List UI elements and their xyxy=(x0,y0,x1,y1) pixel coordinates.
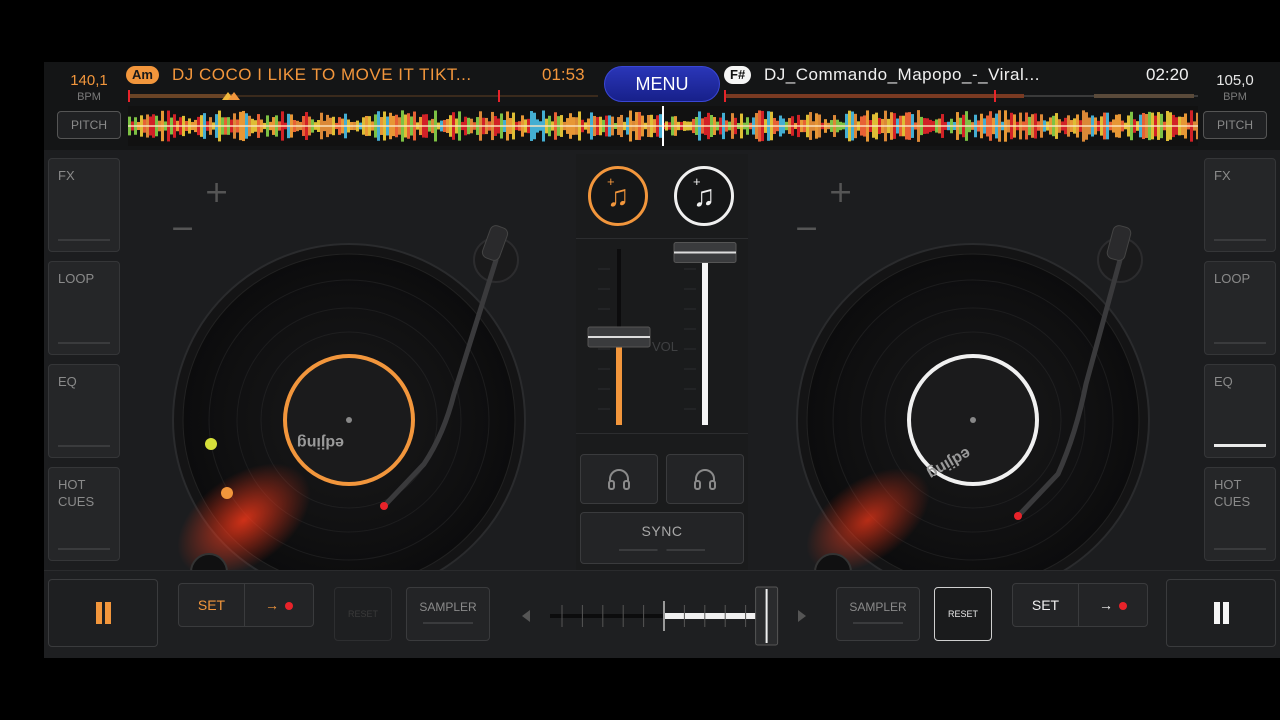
deck-a-loop-button[interactable]: LOOP xyxy=(48,261,120,355)
deck-b-turntable[interactable]: + − edjing xyxy=(748,154,1202,597)
deck-a-bpm-unit: BPM xyxy=(77,91,101,103)
headphones-icon xyxy=(694,468,716,490)
deck-b-hot-cues-button[interactable]: HOT CUES xyxy=(1204,467,1276,561)
deck-b-key-badge: F# xyxy=(724,66,752,84)
deck-b-track-title: DJ_Commando_Mapopo_-_Viral... xyxy=(764,65,1040,84)
record-dot-icon xyxy=(1119,602,1127,611)
menu-button[interactable]: MENU xyxy=(604,66,720,102)
deck-a-key-badge: Am xyxy=(126,66,159,84)
arrow-right-icon: → xyxy=(265,597,279,613)
deck-b-pitch-minus-icon[interactable]: − xyxy=(794,211,819,246)
deck-a-track-overview[interactable] xyxy=(128,90,598,102)
record-dot-icon xyxy=(285,602,293,611)
deck-a-platter-logo: edjing xyxy=(297,434,344,451)
pause-icon xyxy=(1212,602,1230,624)
deck-b-pitch-plus-icon[interactable]: + xyxy=(828,175,853,210)
deck-a-side-buttons: FX LOOP EQ HOT CUES xyxy=(48,158,120,570)
dj-app: 140,1 BPM PITCH Am DJ COCO I LIKE TO MOV… xyxy=(44,62,1280,658)
deck-b-track-overview[interactable] xyxy=(724,90,1198,102)
crossfader-left-arrow-icon[interactable] xyxy=(522,610,530,622)
bottom-bar: SET → RESET SAMPLER SAMPLER RESET SET → xyxy=(44,570,1280,658)
deck-a-headphone-button[interactable] xyxy=(580,454,658,504)
deck-b-set-button[interactable]: SET xyxy=(1013,584,1079,626)
deck-b-fx-button[interactable]: FX xyxy=(1204,158,1276,252)
deck-b-jump-button[interactable]: → xyxy=(1079,584,1147,626)
deck-b-reset-button[interactable]: RESET xyxy=(934,587,992,641)
deck-b-library-button[interactable]: + ♫ xyxy=(674,166,734,226)
deck-b-side-buttons: FX LOOP EQ HOT CUES xyxy=(1204,158,1276,570)
crossfader[interactable] xyxy=(514,585,814,647)
volume-faders: VOL xyxy=(576,238,748,434)
crossfader-right-arrow-icon[interactable] xyxy=(798,610,806,622)
deck-a-indicator-dot xyxy=(205,438,217,450)
deck-a-pitch-plus-icon[interactable]: + xyxy=(204,175,229,210)
deck-a-reset-button[interactable]: RESET xyxy=(334,587,392,641)
deck-a-track-time: 01:53 xyxy=(542,65,585,84)
deck-b-loop-button[interactable]: LOOP xyxy=(1204,261,1276,355)
deck-a-set-button[interactable]: SET xyxy=(179,584,245,626)
deck-a-library-button[interactable]: + ♫ xyxy=(588,166,648,226)
deck-b-pitch-button[interactable]: PITCH xyxy=(1203,111,1267,139)
deck-a-pitch-button[interactable]: PITCH xyxy=(57,111,121,139)
headphones-icon xyxy=(608,468,630,490)
deck-a-pitch-minus-icon[interactable]: − xyxy=(170,211,195,246)
deck-b-bpm-unit: BPM xyxy=(1223,91,1247,103)
deck-b-sampler-button[interactable]: SAMPLER xyxy=(836,587,920,641)
vol-label: VOL xyxy=(652,339,679,354)
arrow-right-icon: → xyxy=(1099,597,1113,613)
deck-b-bpm-box: 105,0 BPM PITCH xyxy=(1194,66,1276,146)
deck-a-turntable[interactable]: + − edjing xyxy=(124,154,578,597)
deck-b-bpm: 105,0 xyxy=(1216,72,1254,89)
deck-a-hot-cues-button[interactable]: HOT CUES xyxy=(48,467,120,561)
top-bar: 140,1 BPM PITCH Am DJ COCO I LIKE TO MOV… xyxy=(44,62,1280,150)
deck-a-bpm-box: 140,1 BPM PITCH xyxy=(48,66,130,146)
waveform-display[interactable] xyxy=(128,106,1198,146)
deck-a-jump-button[interactable]: → xyxy=(245,584,313,626)
mixer-panel: + ♫ + ♫ VOL SYNC xyxy=(576,154,748,574)
deck-a-bpm: 140,1 xyxy=(70,72,108,89)
deck-b-track-time: 02:20 xyxy=(1146,65,1189,84)
deck-b-loop-controls: SET → xyxy=(1012,583,1148,627)
deck-a-loop-controls: SET → xyxy=(178,583,314,627)
deck-a-fx-button[interactable]: FX xyxy=(48,158,120,252)
deck-b-eq-button[interactable]: EQ xyxy=(1204,364,1276,458)
deck-a-eq-button[interactable]: EQ xyxy=(48,364,120,458)
deck-a-track-title: DJ COCO I LIKE TO MOVE IT TIKT... xyxy=(172,65,472,84)
deck-b-play-pause-button[interactable] xyxy=(1166,579,1276,647)
deck-a-cue-dot xyxy=(221,487,233,499)
pause-icon xyxy=(94,602,112,624)
deck-b-headphone-button[interactable] xyxy=(666,454,744,504)
deck-a-sampler-button[interactable]: SAMPLER xyxy=(406,587,490,641)
deck-a-play-pause-button[interactable] xyxy=(48,579,158,647)
sync-button[interactable]: SYNC xyxy=(580,512,744,564)
